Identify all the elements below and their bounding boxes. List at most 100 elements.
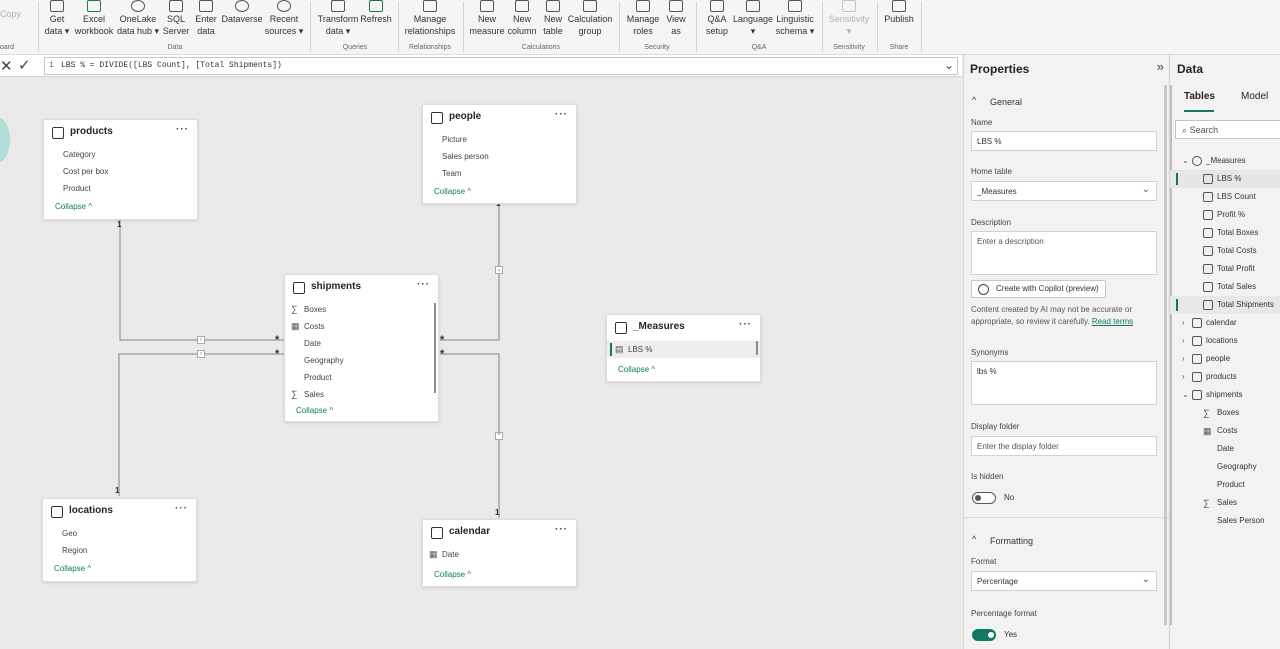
create-with-copilot-button[interactable]: Create with Copilot (preview) (971, 280, 1106, 298)
tree-measure-item[interactable]: Total Profit (1170, 260, 1280, 278)
table-card-locations[interactable]: locations ··· Geo Region Collapse ^ (42, 498, 197, 582)
collapse-link[interactable]: Collapse ^ (43, 561, 196, 577)
formatting-section-header[interactable]: ^ Formatting (964, 527, 1169, 551)
field-item[interactable]: Cost per box (44, 163, 197, 180)
new-measure-button[interactable]: New measure (469, 0, 505, 37)
new-table-button[interactable]: New table (540, 0, 566, 37)
table-card-calendar[interactable]: calendar ··· ▦ Date Collapse ^ (422, 519, 577, 587)
tree-measure-item[interactable]: Total Boxes (1170, 224, 1280, 242)
cancel-formula-icon[interactable]: ✕ (0, 57, 13, 75)
transform-data-button[interactable]: Transform data ▾ (316, 0, 360, 37)
expand-formula-icon[interactable]: ⌄ (944, 58, 954, 72)
tree-field-item[interactable]: ∑ Boxes (1170, 404, 1280, 422)
more-options-icon[interactable]: ··· (175, 503, 188, 514)
filter-direction-icon[interactable]: ⌄ (495, 266, 503, 274)
tab-tables[interactable]: Tables (1184, 91, 1215, 102)
new-column-button[interactable]: New column (505, 0, 539, 37)
filter-direction-icon[interactable]: › (197, 336, 205, 344)
collapse-link[interactable]: Collapse ^ (607, 362, 760, 378)
sensitivity-button[interactable]: Sensitivity ▾ (827, 0, 871, 37)
manage-roles-button[interactable]: Manage roles (625, 0, 661, 37)
field-item[interactable]: Picture (423, 131, 576, 148)
publish-button[interactable]: Publish (882, 0, 916, 25)
language-button[interactable]: Language ▾ (733, 0, 773, 37)
field-item[interactable]: Product (44, 180, 197, 197)
tree-table-products[interactable]: › products (1170, 368, 1280, 386)
refresh-button[interactable]: Refresh (360, 0, 392, 25)
tree-measure-item[interactable]: Total Costs (1170, 242, 1280, 260)
scrollbar[interactable] (756, 341, 758, 355)
enter-data-button[interactable]: Enter data (193, 0, 219, 37)
search-input[interactable]: ⌕ Search (1175, 120, 1280, 139)
table-card-people[interactable]: people ··· Picture Sales person Team Coll… (422, 104, 577, 204)
tree-measure-item[interactable]: LBS % (1170, 170, 1280, 188)
collapse-link[interactable]: Collapse ^ (423, 184, 576, 200)
format-select[interactable]: Percentage ⌄ (971, 571, 1157, 591)
filter-direction-icon[interactable]: › (197, 350, 205, 358)
linguistic-schema-button[interactable]: Linguistic schema ▾ (774, 0, 816, 37)
table-card-products[interactable]: products ··· Category Cost per box Produc… (43, 119, 198, 220)
view-as-button[interactable]: View as (663, 0, 689, 37)
tree-table-locations[interactable]: › locations (1170, 332, 1280, 350)
tree-field-item[interactable]: ∑ Sales (1170, 494, 1280, 512)
table-card-measures[interactable]: _Measures ··· ▤ LBS % Collapse ^ (606, 314, 761, 382)
read-terms-link[interactable]: Read terms (1092, 317, 1133, 326)
field-item[interactable]: ▦ Date (423, 546, 576, 563)
more-options-icon[interactable]: ··· (417, 279, 430, 290)
manage-relationships-button[interactable]: Manage relationships (402, 0, 458, 37)
calculation-group-button[interactable]: Calculation group (567, 0, 613, 37)
qa-setup-button[interactable]: Q&A setup (702, 0, 732, 37)
collapse-link[interactable]: Collapse ^ (423, 567, 576, 583)
tree-table-calendar[interactable]: › calendar (1170, 314, 1280, 332)
tree-field-item[interactable]: ▦ Costs (1170, 422, 1280, 440)
onelake-button[interactable]: OneLake data hub ▾ (116, 0, 160, 37)
get-data-button[interactable]: Get data ▾ (44, 0, 70, 37)
tree-field-item[interactable]: Sales Person (1170, 512, 1280, 530)
tree-field-item[interactable]: Geography (1170, 458, 1280, 476)
synonyms-input[interactable]: lbs % (971, 361, 1157, 405)
more-options-icon[interactable]: ··· (176, 124, 189, 135)
field-item[interactable]: Product (285, 369, 438, 386)
recent-sources-button[interactable]: Recent sources ▾ (264, 0, 304, 37)
collapse-pane-icon[interactable]: » (1157, 59, 1164, 74)
field-item-selected[interactable]: ▤ LBS % (607, 341, 760, 358)
collapse-link[interactable]: Collapse ^ (285, 403, 438, 419)
collapse-link[interactable]: Collapse ^ (44, 199, 197, 215)
tab-model[interactable]: Model (1241, 91, 1268, 102)
field-item[interactable]: Region (43, 542, 196, 559)
tree-field-item[interactable]: Date (1170, 440, 1280, 458)
filter-direction-icon[interactable]: ^ (495, 432, 503, 440)
formula-input[interactable]: 1 LBS % = DIVIDE([LBS Count], [Total Shi… (44, 57, 958, 75)
field-item[interactable]: Geography (285, 352, 438, 369)
description-input[interactable]: Enter a description (971, 231, 1157, 275)
tree-measure-item[interactable]: Profit % (1170, 206, 1280, 224)
scrollbar[interactable] (434, 303, 436, 393)
excel-workbook-button[interactable]: Excel workbook (73, 0, 115, 37)
field-item[interactable]: Sales person (423, 148, 576, 165)
field-item[interactable]: ∑ Sales (285, 386, 438, 403)
field-item[interactable]: Date (285, 335, 438, 352)
tree-measure-item[interactable]: LBS Count (1170, 188, 1280, 206)
tree-measure-item[interactable]: Total Sales (1170, 278, 1280, 296)
tree-table-shipments[interactable]: ⌄ shipments (1170, 386, 1280, 404)
commit-formula-icon[interactable]: ✓ (18, 56, 31, 74)
tree-table-measures[interactable]: ⌄ _Measures (1170, 152, 1280, 170)
name-input[interactable]: LBS % (971, 131, 1157, 151)
field-item[interactable]: Category (44, 146, 197, 163)
display-folder-input[interactable]: Enter the display folder (971, 436, 1157, 456)
tree-measure-item[interactable]: Total Shipments (1170, 296, 1280, 314)
more-options-icon[interactable]: ··· (555, 524, 568, 535)
percentage-format-toggle[interactable] (972, 629, 996, 641)
more-options-icon[interactable]: ··· (739, 319, 752, 330)
properties-scrollbar[interactable] (1164, 85, 1167, 625)
field-item[interactable]: ▦ Costs (285, 318, 438, 335)
tree-table-people[interactable]: › people (1170, 350, 1280, 368)
more-options-icon[interactable]: ··· (555, 109, 568, 120)
table-card-shipments[interactable]: shipments ··· ∑ Boxes ▦ Costs Date Geograph… (284, 274, 439, 422)
is-hidden-toggle[interactable] (972, 492, 996, 504)
home-table-select[interactable]: _Measures ⌄ (971, 181, 1157, 201)
field-item[interactable]: Geo (43, 525, 196, 542)
model-canvas[interactable]: 1 1 1 1 * * * * › › ⌄ ^ products··· Cate… (0, 78, 962, 649)
sql-server-button[interactable]: SQL Server (162, 0, 190, 37)
general-section-header[interactable]: ^ General (964, 88, 1169, 112)
